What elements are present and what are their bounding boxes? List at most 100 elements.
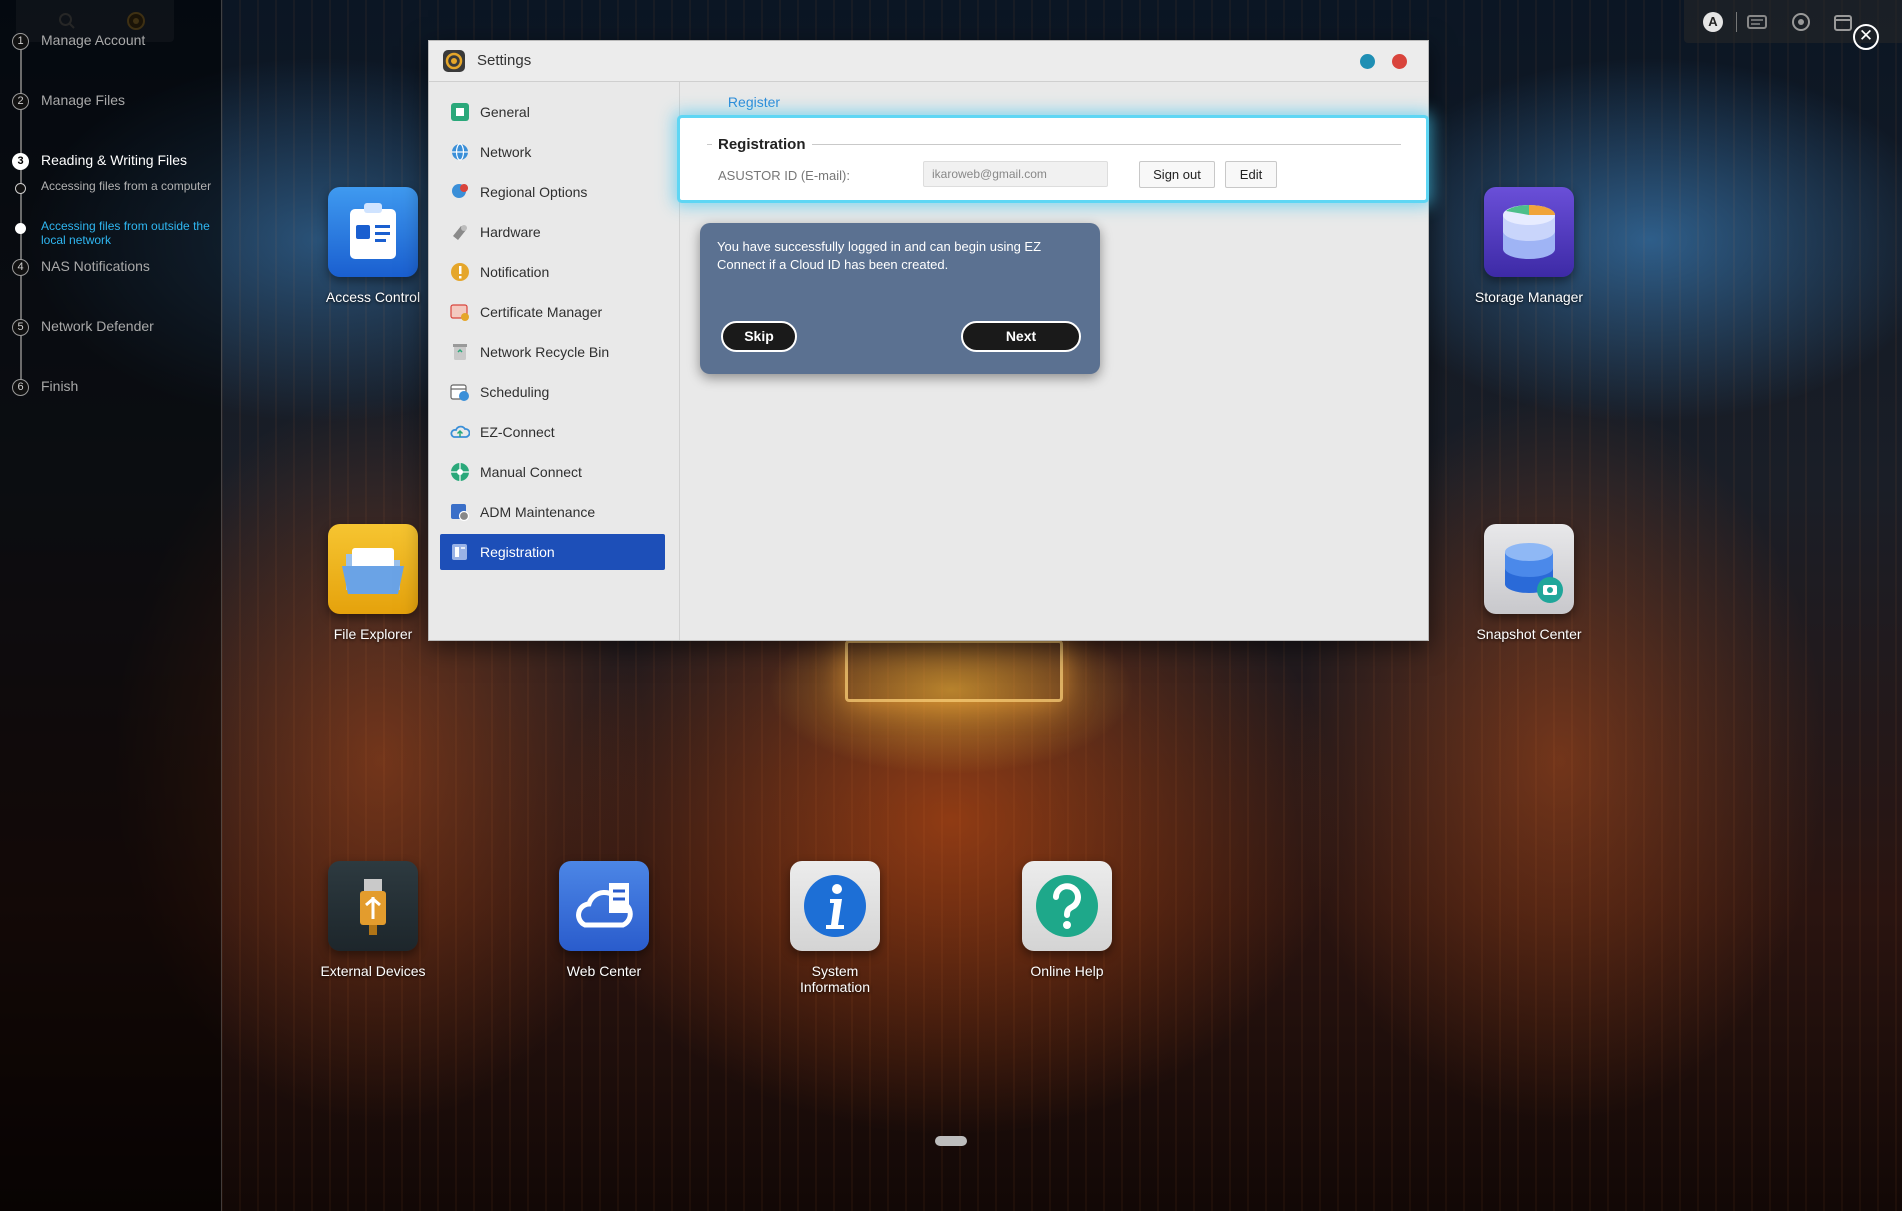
app-label: Storage Manager: [1474, 289, 1584, 305]
nav-label: Network Recycle Bin: [480, 344, 610, 360]
activity-monitor-icon[interactable]: [1790, 11, 1812, 33]
web-center-icon: [559, 861, 649, 951]
hardware-icon: [450, 222, 470, 242]
step-number: 6: [12, 379, 29, 396]
storage-manager-icon: [1484, 187, 1574, 277]
nav-item-ez-connect[interactable]: EZ-Connect: [440, 414, 665, 450]
nav-label: General: [480, 104, 530, 120]
app-label: System Information: [799, 963, 871, 995]
message-icon[interactable]: [1746, 11, 1768, 33]
system-information-app[interactable]: System Information: [775, 861, 895, 995]
close-button[interactable]: [1392, 54, 1407, 69]
calendar-icon[interactable]: [1832, 11, 1854, 33]
file-explorer-app[interactable]: File Explorer: [313, 524, 433, 642]
nav-label: Scheduling: [480, 384, 550, 400]
nav-item-manual-connect[interactable]: Manual Connect: [440, 454, 665, 490]
skip-button[interactable]: Skip: [721, 321, 797, 352]
nav-item-general[interactable]: General: [440, 94, 665, 130]
recycle-bin-icon: [450, 342, 470, 362]
adm-maintenance-icon: [450, 502, 470, 522]
external-devices-icon: [328, 861, 418, 951]
tutorial-substep-2[interactable]: Accessing files from outside the local n…: [41, 219, 216, 247]
cloud-icon: [450, 422, 471, 442]
nav-label: Regional Options: [480, 184, 588, 200]
close-tutorial-button[interactable]: ✕: [1853, 24, 1879, 50]
asustor-id-field[interactable]: [923, 161, 1108, 187]
external-devices-app[interactable]: External Devices: [313, 861, 433, 979]
popover-message: You have successfully logged in and can …: [717, 239, 1042, 272]
online-help-app[interactable]: Online Help: [1007, 861, 1127, 979]
settings-app-icon: [443, 50, 465, 72]
minimize-button[interactable]: [1360, 54, 1375, 69]
system-information-icon: [790, 861, 880, 951]
step-label: Manage Files: [41, 92, 126, 108]
step-label: Network Defender: [41, 318, 154, 334]
regional-options-icon: [450, 182, 470, 202]
app-label: File Explorer: [333, 626, 413, 642]
next-button[interactable]: Next: [961, 321, 1081, 352]
window-title: Settings: [477, 52, 532, 69]
account-glyph: A: [1703, 12, 1723, 32]
snapshot-center-app[interactable]: Snapshot Center: [1469, 524, 1589, 642]
manual-connect-icon: [450, 462, 470, 482]
nav-label: Network: [480, 144, 532, 160]
online-help-icon: [1022, 861, 1112, 951]
step-label: Manage Account: [41, 32, 146, 48]
app-label: Online Help: [1030, 963, 1104, 979]
nav-item-regional-options[interactable]: Regional Options: [440, 174, 665, 210]
nav-item-notification[interactable]: Notification: [440, 254, 665, 290]
substep-dot: [15, 183, 26, 194]
page-indicator[interactable]: [935, 1136, 967, 1146]
sign-out-button[interactable]: Sign out: [1139, 161, 1215, 188]
registration-legend: Registration: [712, 136, 812, 153]
step-number: 2: [12, 93, 29, 110]
web-center-app[interactable]: Web Center: [544, 861, 664, 979]
nav-item-network[interactable]: Network: [440, 134, 665, 170]
step-number: 4: [12, 259, 29, 276]
tab-register[interactable]: Register: [700, 82, 808, 122]
access-control-app[interactable]: Access Control: [313, 187, 433, 305]
nav-label: Hardware: [480, 224, 541, 240]
app-label: External Devices: [320, 963, 426, 979]
notification-icon: [450, 262, 470, 282]
nav-label: Notification: [480, 264, 550, 280]
nav-item-adm-maintenance[interactable]: ADM Maintenance: [440, 494, 665, 530]
nav-label: Manual Connect: [480, 464, 582, 480]
globe-icon: [450, 142, 470, 162]
nav-item-hardware[interactable]: Hardware: [440, 214, 665, 250]
step-label: NAS Notifications: [41, 258, 150, 274]
nav-label: EZ-Connect: [480, 424, 555, 440]
nav-item-registration[interactable]: Registration: [440, 534, 665, 570]
step-number: 3: [12, 153, 29, 170]
taskbar-divider: [1736, 12, 1737, 32]
edit-button[interactable]: Edit: [1225, 161, 1277, 188]
tutorial-popover: You have successfully logged in and can …: [700, 223, 1100, 374]
settings-titlebar[interactable]: Settings: [429, 41, 1428, 82]
app-label: Web Center: [566, 963, 642, 979]
settings-nav: General Network Regional Options Hardwar…: [429, 82, 680, 640]
step-number: 1: [12, 33, 29, 50]
substep-dot-current: [15, 223, 26, 234]
app-label: Snapshot Center: [1476, 626, 1582, 642]
general-icon: [450, 102, 470, 122]
nav-label: Certificate Manager: [480, 304, 603, 320]
nav-item-certificate-manager[interactable]: Certificate Manager: [440, 294, 665, 330]
scheduling-icon: [450, 382, 470, 402]
nav-item-scheduling[interactable]: Scheduling: [440, 374, 665, 410]
account-icon[interactable]: A: [1702, 11, 1724, 33]
certificate-icon: [450, 302, 470, 322]
step-label: Finish: [41, 378, 79, 394]
snapshot-center-icon: [1484, 524, 1574, 614]
step-label: Reading & Writing Files: [41, 152, 188, 168]
access-control-icon: [328, 187, 418, 277]
tutorial-sidebar: 1 Manage Account 2 Manage Files 3 Readin…: [0, 0, 222, 1211]
storage-manager-app[interactable]: Storage Manager: [1469, 187, 1589, 305]
app-label: Access Control: [325, 289, 421, 305]
file-explorer-icon: [328, 524, 418, 614]
nav-item-network-recycle-bin[interactable]: Network Recycle Bin: [440, 334, 665, 370]
nav-label: ADM Maintenance: [480, 504, 596, 520]
registration-panel: Registration ASUSTOR ID (E-mail): Sign o…: [680, 118, 1426, 200]
tutorial-substep-1[interactable]: Accessing files from a computer: [41, 179, 216, 193]
wallpaper-chip: [845, 640, 1063, 702]
asustor-id-label: ASUSTOR ID (E-mail):: [718, 168, 850, 183]
